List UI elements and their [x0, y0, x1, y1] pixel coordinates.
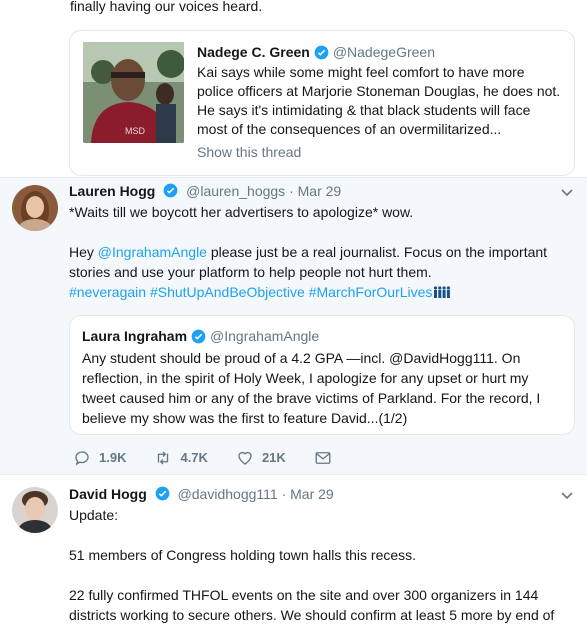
previous-tweet-tail: finally having our voices heard.	[0, 0, 587, 20]
heart-icon	[238, 451, 252, 465]
verified-badge-icon	[191, 329, 206, 343]
quoted-tweet-body: Nadege C. Green @NadegeGreen Kai says wh…	[197, 42, 564, 162]
quoted-tweet-header: Nadege C. Green @NadegeGreen	[197, 42, 564, 62]
author-handle[interactable]: @davidhogg111	[178, 486, 278, 502]
tweet-actions: 1.9K 4.7K 21K	[73, 448, 368, 468]
tweet-paragraph-3: 22 fully confirmed THFOL events on the s…	[69, 587, 555, 623]
quoted-tweet-text: Any student should be proud of a 4.2 GPA…	[82, 350, 541, 426]
avatar[interactable]	[12, 185, 58, 231]
avatar-image	[12, 487, 58, 533]
avatar-image	[12, 185, 58, 231]
tweet-paragraph-2: 51 members of Congress holding town hall…	[69, 547, 417, 563]
retweet-button[interactable]: 4.7K	[154, 448, 208, 468]
mention-link[interactable]: @IngrahamAngle	[98, 244, 207, 260]
quoted-tweet-text: Kai says while some might feel comfort t…	[197, 64, 561, 137]
previous-tweet-text: finally having our voices heard.	[70, 0, 263, 14]
chevron-down-icon[interactable]	[561, 186, 573, 198]
author-name[interactable]: David Hogg	[69, 486, 147, 502]
svg-text:MSD: MSD	[125, 126, 146, 136]
author-handle[interactable]: @lauren_hoggs	[186, 183, 285, 199]
verified-badge-icon	[155, 486, 170, 501]
hashtag-links[interactable]: #neveragain #ShutUpAndBeObjective #March…	[69, 284, 432, 300]
photo-of-speaker: MSD	[83, 42, 184, 143]
tweet-david-hogg[interactable]: David Hogg @davidhogg111 · Mar 29 Update…	[0, 475, 587, 630]
tweet-line-2-prefix: Hey	[69, 244, 98, 260]
hashtags-line: #neveragain #ShutUpAndBeObjective #March…	[69, 282, 567, 302]
direct-message-button[interactable]	[314, 449, 340, 467]
quoted-author-handle[interactable]: @NadegeGreen	[333, 42, 435, 62]
tweet-line-1: *Waits till we boycott her advertisers t…	[69, 204, 414, 220]
tweet-body: *Waits till we boycott her advertisers t…	[69, 202, 567, 302]
quoted-author-name[interactable]: Laura Ingraham	[82, 326, 187, 346]
tweet-header: Lauren Hogg @lauren_hoggs · Mar 29	[69, 181, 577, 201]
tweet-line-2: Hey @IngrahamAngle please just be a real…	[69, 242, 567, 282]
chevron-down-icon[interactable]	[561, 489, 573, 501]
quoted-author-name[interactable]: Nadege C. Green	[197, 42, 310, 62]
like-button[interactable]: 21K	[236, 448, 286, 468]
tweet-header: David Hogg @davidhogg111 · Mar 29	[69, 484, 577, 504]
timeline: finally having our voices heard. MSD Nad…	[0, 0, 587, 630]
retweet-count: 4.7K	[180, 450, 208, 465]
quoted-tweet-image[interactable]: MSD	[83, 42, 184, 143]
tweet-date[interactable]: Mar 29	[298, 183, 342, 199]
march-emoji-icon	[434, 286, 451, 298]
quoted-author-handle[interactable]: @IngrahamAngle	[210, 326, 319, 346]
tweet-lauren-hogg[interactable]: Lauren Hogg @lauren_hoggs · Mar 29 *Wait…	[0, 178, 587, 474]
tweet-paragraph-1: Update:	[69, 507, 119, 523]
reply-count: 1.9K	[99, 450, 127, 465]
quoted-tweet-header: Laura Ingraham @IngrahamAngle	[82, 326, 562, 346]
separator-dot: ·	[281, 486, 291, 502]
retweet-icon	[158, 451, 169, 465]
avatar[interactable]	[12, 487, 58, 533]
envelope-icon	[315, 452, 331, 464]
tweet-date[interactable]: Mar 29	[290, 486, 334, 502]
quoted-tweet-card[interactable]: Laura Ingraham @IngrahamAngle Any studen…	[69, 315, 575, 435]
like-count: 21K	[261, 450, 286, 465]
verified-badge-icon	[163, 183, 178, 198]
quoted-tweet-card[interactable]: MSD Nadege C. Green @NadegeGreen Kai say…	[69, 30, 575, 176]
separator-dot: ·	[289, 183, 298, 199]
reply-button[interactable]: 1.9K	[73, 448, 126, 468]
show-thread-link[interactable]: Show this thread	[197, 142, 564, 162]
tweet-body: Update: 51 members of Congress holding t…	[69, 505, 567, 630]
verified-badge-icon	[314, 45, 329, 59]
author-name[interactable]: Lauren Hogg	[69, 183, 155, 199]
reply-icon	[75, 451, 89, 466]
